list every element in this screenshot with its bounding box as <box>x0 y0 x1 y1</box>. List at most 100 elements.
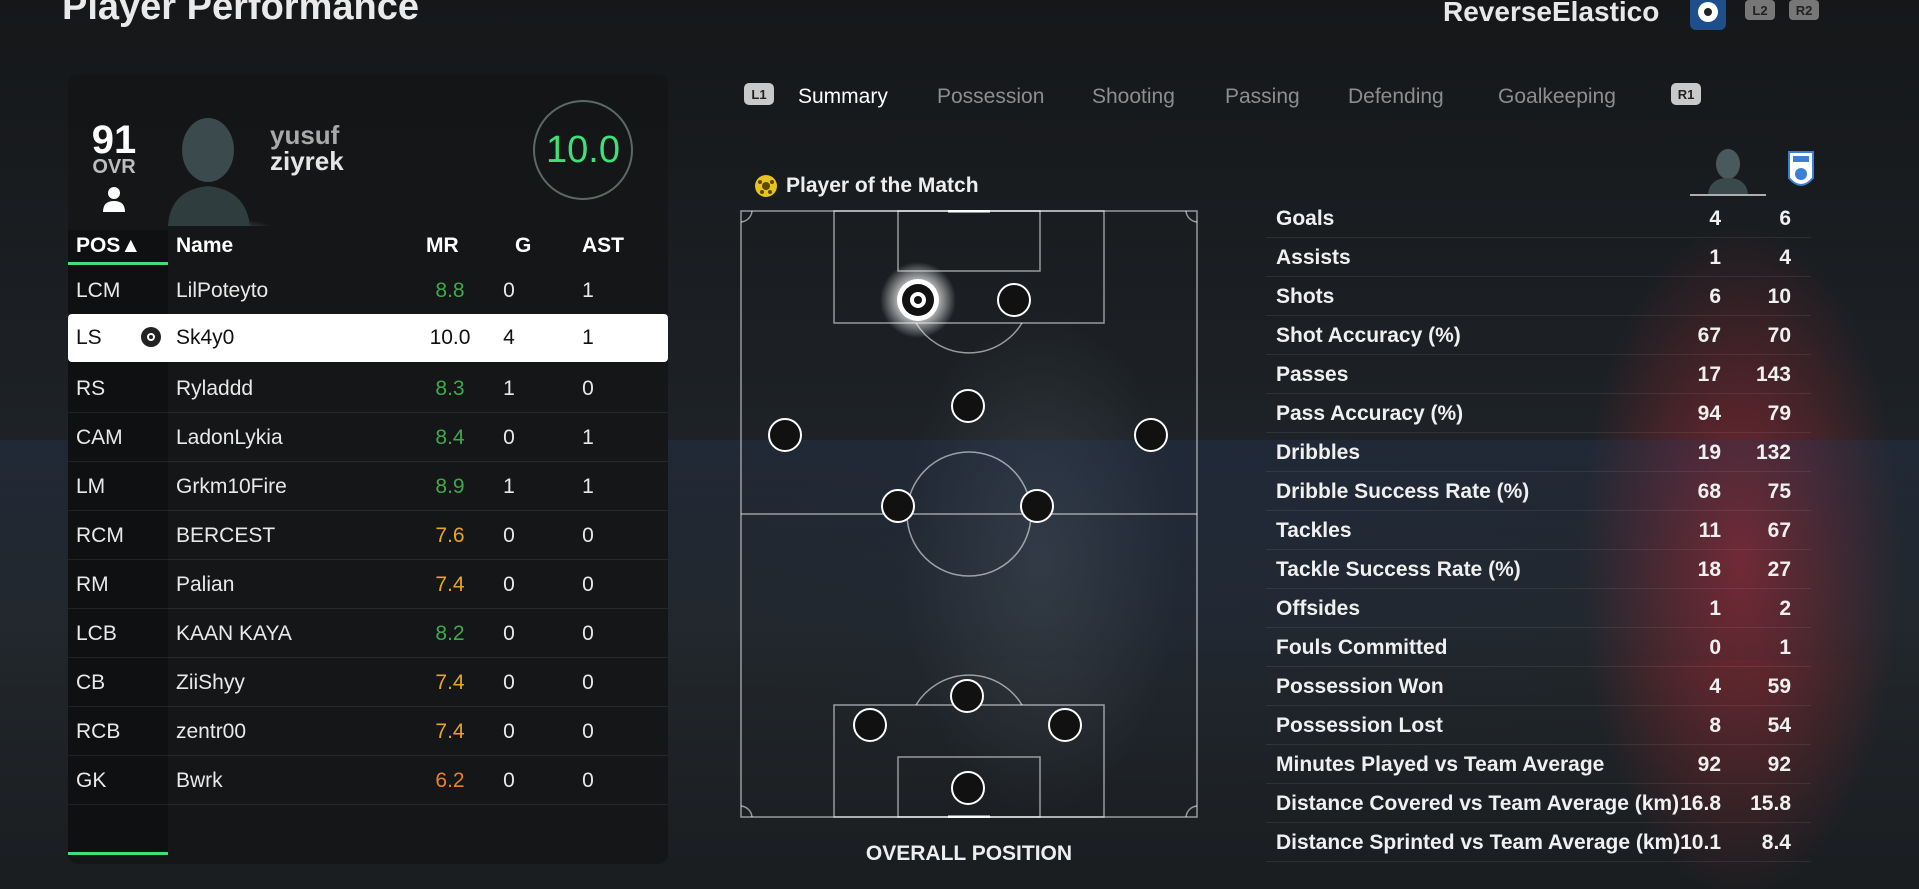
l2-button[interactable]: L2 <box>1745 0 1775 20</box>
row-pos: RCB <box>76 720 121 743</box>
stat-label: Goals <box>1276 207 1335 230</box>
stat-player-value: 67 <box>1697 324 1721 347</box>
row-ast: 0 <box>582 377 594 400</box>
table-row[interactable]: RCB zentr00 7.4 0 0 <box>68 708 668 756</box>
player-marker-cb <box>950 679 984 713</box>
stat-label: Dribble Success Rate (%) <box>1276 480 1530 503</box>
stat-label: Assists <box>1276 246 1351 269</box>
stat-player-value: 4 <box>1709 207 1721 230</box>
tab-shooting[interactable]: Shooting <box>1092 85 1175 109</box>
sort-indicator <box>68 262 168 265</box>
stat-label: Pass Accuracy (%) <box>1276 402 1464 425</box>
player-marker-rs <box>997 283 1031 317</box>
tab-defending[interactable]: Defending <box>1348 85 1444 109</box>
r2-button[interactable]: R2 <box>1789 0 1819 20</box>
stat-row-possession-won: Possession Won 4 59 <box>1266 667 1811 706</box>
stat-team-value: 79 <box>1767 402 1791 425</box>
row-mr: 8.9 <box>435 475 465 498</box>
row-ast: 0 <box>582 573 594 596</box>
stat-team-value: 59 <box>1767 675 1791 698</box>
stat-team-value: 75 <box>1767 480 1791 503</box>
row-name: KAAN KAYA <box>176 622 292 645</box>
row-mr: 7.4 <box>435 720 465 743</box>
stat-row-fouls: Fouls Committed 0 1 <box>1266 628 1811 667</box>
table-row[interactable]: CAM LadonLykia 8.4 0 1 <box>68 414 668 462</box>
r1-button[interactable]: R1 <box>1671 83 1701 105</box>
table-row[interactable]: RCM BERCEST 7.6 0 0 <box>68 512 668 560</box>
overall-position-caption: OVERALL POSITION <box>865 842 1073 865</box>
ball-icon <box>140 326 162 348</box>
column-header-name[interactable]: Name <box>176 234 233 258</box>
tab-summary[interactable]: Summary <box>798 85 888 109</box>
stat-player-value: 16.8 <box>1680 792 1721 815</box>
stat-row-distance-covered: Distance Covered vs Team Average (km) 16… <box>1266 784 1811 823</box>
stat-player-value: 11 <box>1698 519 1721 542</box>
row-ast: 1 <box>582 426 594 449</box>
row-g: 1 <box>503 377 515 400</box>
stat-label: Tackles <box>1276 519 1352 542</box>
table-row[interactable]: RS Ryladdd 8.3 1 0 <box>68 365 668 413</box>
column-header-g[interactable]: G <box>515 234 531 258</box>
stat-row-dribble-success: Dribble Success Rate (%) 68 75 <box>1266 472 1811 511</box>
row-mr: 8.8 <box>435 279 465 302</box>
row-g: 1 <box>503 475 515 498</box>
tab-passing[interactable]: Passing <box>1225 85 1300 109</box>
row-mr: 8.3 <box>435 377 465 400</box>
row-name: Sk4y0 <box>176 326 235 349</box>
person-icon <box>101 185 127 218</box>
row-ast: 1 <box>582 279 594 302</box>
column-header-pos[interactable]: POS▲ <box>76 234 141 258</box>
stat-player-value: 10.1 <box>1680 831 1721 854</box>
stat-label: Dribbles <box>1276 441 1361 464</box>
row-ast: 0 <box>582 622 594 645</box>
stat-player-value: 19 <box>1697 441 1721 464</box>
table-row[interactable]: LCB KAAN KAYA 8.2 0 0 <box>68 610 668 658</box>
l1-button[interactable]: L1 <box>744 83 774 105</box>
stat-player-value: 92 <box>1697 753 1721 776</box>
player-marker-rcm <box>1020 489 1054 523</box>
stat-team-value: 92 <box>1767 753 1791 776</box>
stat-team-value: 67 <box>1767 519 1791 542</box>
row-pos: RS <box>76 377 106 400</box>
player-marker-lcb <box>853 708 887 742</box>
stat-row-goals: Goals 4 6 <box>1266 199 1811 238</box>
stat-team-value: 10 <box>1767 285 1791 308</box>
tab-goalkeeping[interactable]: Goalkeeping <box>1498 85 1616 109</box>
player-of-the-match-icon <box>754 174 778 198</box>
row-ast: 0 <box>582 720 594 743</box>
stat-player-value: 6 <box>1709 285 1721 308</box>
stat-player-value: 94 <box>1697 402 1721 425</box>
player-marker-rcb <box>1048 708 1082 742</box>
stat-team-value: 2 <box>1779 597 1791 620</box>
stat-team-value: 1 <box>1779 636 1791 659</box>
stat-player-value: 0 <box>1709 636 1721 659</box>
stat-player-value: 1 <box>1709 597 1721 620</box>
column-header-mr[interactable]: MR <box>426 234 459 258</box>
stat-label: Distance Sprinted vs Team Average (km) <box>1276 831 1681 854</box>
stat-row-shots: Shots 6 10 <box>1266 277 1811 316</box>
table-row[interactable]: CB ZiiShyy 7.4 0 0 <box>68 659 668 707</box>
row-name: Palian <box>176 573 235 596</box>
stat-row-pass-accuracy: Pass Accuracy (%) 94 79 <box>1266 394 1811 433</box>
table-row[interactable]: LCM LilPoteyto 8.8 0 1 <box>68 267 668 315</box>
stat-row-distance-sprinted: Distance Sprinted vs Team Average (km) 1… <box>1266 823 1811 862</box>
player-marker-cam <box>951 389 985 423</box>
table-row-selected[interactable]: LS Sk4y0 10.0 4 1 <box>68 314 668 362</box>
stat-team-value: 143 <box>1755 363 1791 386</box>
table-row[interactable]: GK Bwrk 6.2 0 0 <box>68 757 668 805</box>
row-g: 0 <box>503 720 515 743</box>
row-mr: 8.2 <box>435 622 465 645</box>
tab-possession[interactable]: Possession <box>937 85 1044 109</box>
stat-player-value: 8 <box>1709 714 1721 737</box>
row-g: 0 <box>503 671 515 694</box>
table-row[interactable]: LM Grkm10Fire 8.9 1 1 <box>68 463 668 511</box>
row-pos: RCM <box>76 524 124 547</box>
row-pos: RM <box>76 573 109 596</box>
table-row[interactable]: RM Palian 7.4 0 0 <box>68 561 668 609</box>
row-name: LilPoteyto <box>176 279 269 302</box>
row-mr: 7.4 <box>435 573 465 596</box>
formation-pitch <box>740 209 1198 819</box>
player-marker-rm <box>1134 418 1168 452</box>
column-header-ast[interactable]: AST <box>582 234 624 258</box>
stat-team-value: 15.8 <box>1750 792 1791 815</box>
